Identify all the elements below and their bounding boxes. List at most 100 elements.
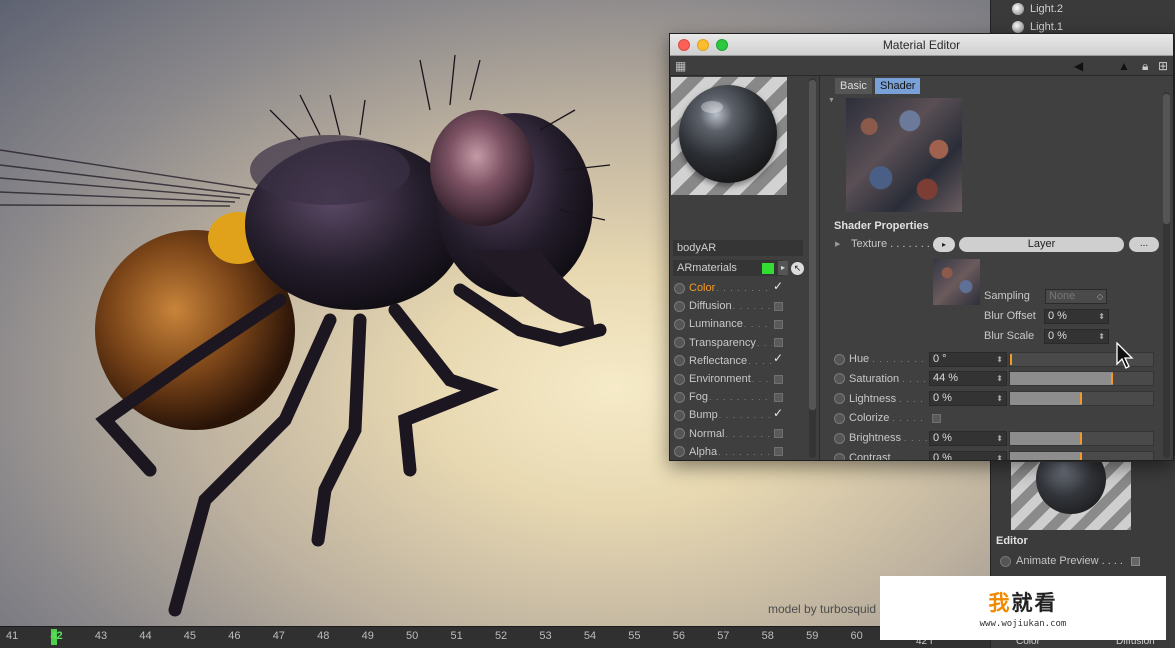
back-arrow-icon[interactable]: ◀ [1074,59,1083,73]
channel-enable-checkbox[interactable] [774,374,783,384]
blur-scale-input[interactable]: 0 % ⬍ [1044,329,1109,344]
channel-enable-checkbox[interactable] [773,279,783,293]
group-menu-arrow-icon[interactable]: ▸ [778,261,788,275]
channel-enable-checkbox[interactable] [774,319,783,329]
channel-item-luminance[interactable]: Luminance. . . . . . . [673,315,783,333]
texture-menu-button[interactable]: ▸ [933,237,955,252]
blur-scale-label: Blur Scale [984,330,1035,342]
property-row-hue: Hue . . . . . . . . . . 0 ° ⬍ [834,350,1164,368]
layer-color-swatch[interactable] [762,263,774,274]
channel-radio[interactable] [674,409,685,421]
window-titlebar[interactable]: Material Editor [670,34,1173,56]
animate-preview-radio[interactable] [1000,555,1011,567]
channel-enable-checkbox[interactable] [774,447,783,457]
animate-preview-row[interactable]: Animate Preview . . . . [1000,555,1140,567]
property-radio[interactable] [834,412,845,424]
property-radio[interactable] [834,432,845,444]
property-label-wrap: Brightness . . . . [849,432,927,444]
channel-item-diffusion[interactable]: Diffusion. . . . . . . . [673,297,783,315]
property-slider[interactable] [1009,391,1154,407]
channel-enable-checkbox[interactable] [774,429,783,439]
slider-knob[interactable] [1111,373,1113,385]
channel-radio[interactable] [674,428,685,440]
expand-triangle-icon[interactable]: ▶ [835,240,840,248]
tab-shader[interactable]: Shader [875,78,921,94]
property-value-input[interactable]: 0 ° ⬍ [929,351,1007,367]
spinner-icon[interactable]: ⬍ [996,392,1003,405]
spinner-icon[interactable]: ⬍ [1098,330,1105,343]
spinner-icon[interactable]: ⬍ [1098,310,1105,323]
channel-item-transparency[interactable]: Transparency. . . . . [673,334,783,352]
channel-enable-checkbox[interactable] [774,392,783,402]
channel-radio[interactable] [674,318,685,330]
channel-enable-checkbox[interactable] [773,351,783,365]
channel-radio[interactable] [674,300,685,312]
shader-scrollbar[interactable] [1163,92,1170,458]
channel-enable-checkbox[interactable] [774,338,783,348]
new-panel-icon[interactable]: ⊞ [1158,59,1168,73]
property-radio[interactable] [834,373,845,385]
channel-item-color[interactable]: Color. . . . . . . . . . [673,279,783,297]
property-slider[interactable] [1009,430,1154,446]
texture-browse-button[interactable]: ... [1129,237,1159,252]
spinner-icon[interactable]: ⬍ [996,353,1003,366]
spinner-icon[interactable]: ⬍ [996,372,1003,385]
slider-knob[interactable] [1010,353,1012,365]
channel-radio[interactable] [674,337,685,349]
channel-enable-checkbox[interactable] [773,406,783,420]
channel-radio[interactable] [674,446,685,458]
channel-radio[interactable] [674,282,685,294]
channel-item-normal[interactable]: Normal. . . . . . . . . . [673,425,783,443]
slider-knob[interactable] [1080,432,1082,444]
sampling-dropdown[interactable]: None ◇ [1045,289,1107,304]
slider-fill [1010,431,1082,445]
property-radio[interactable] [834,353,845,365]
timeline-tick: 41 [6,630,19,642]
material-preview-sphere[interactable] [671,77,787,195]
channel-radio[interactable] [674,355,685,367]
spinner-icon[interactable]: ⬍ [996,432,1003,445]
lock-icon[interactable]: 🔒︎ [1142,59,1148,73]
material-name-field[interactable]: bodyAR [673,240,803,256]
timeline-tick: 54 [583,630,597,642]
property-slider[interactable] [1009,450,1154,460]
slider-knob[interactable] [1080,393,1082,405]
channel-item-reflectance[interactable]: Reflectance. . . . . . [673,351,783,370]
slider-knob[interactable] [1080,452,1082,460]
channel-item-alpha[interactable]: Alpha. . . . . . . . . . . [673,443,783,460]
channel-item-fog[interactable]: Fog. . . . . . . . . . . . . [673,388,783,406]
watermark-url: www.wojiukan.com [979,619,1067,629]
slider-fill [1010,451,1082,460]
spinner-icon[interactable]: ⬍ [996,452,1003,461]
channel-radio[interactable] [674,373,685,385]
property-slider[interactable] [1009,371,1154,387]
property-value-input[interactable]: 0 % ⬍ [929,430,1007,446]
up-arrow-icon[interactable]: ▲ [1118,59,1130,73]
property-leader-dots: . . . . . . [892,413,927,424]
grip-icon[interactable]: ▦ [675,59,686,73]
property-radio[interactable] [834,452,845,460]
channel-enable-checkbox[interactable] [774,301,783,311]
object-item-light2[interactable]: Light.2 [1012,0,1063,18]
animate-preview-checkbox[interactable] [1130,556,1140,566]
channel-item-bump[interactable]: Bump. . . . . . . . . . . [673,406,783,424]
channel-radio[interactable] [674,391,685,403]
property-value-input[interactable]: 0 % ⬍ [929,391,1007,407]
tab-basic[interactable]: Basic [835,78,872,94]
property-label: Saturation [849,372,900,385]
texture-layer-button[interactable]: Layer [959,237,1124,252]
blur-offset-input[interactable]: 0 % ⬍ [1044,309,1109,324]
property-value-input[interactable]: 44 % ⬍ [929,371,1007,387]
channel-item-environment[interactable]: Environment. . . . . [673,370,783,388]
collapse-triangle-icon[interactable]: ▼ [828,97,835,104]
property-radio[interactable] [834,393,845,405]
channel-scrollbar[interactable] [809,78,816,458]
channel-leader-dots: . . . . . . . . . . . . . [708,392,772,403]
pointer-icon[interactable]: ↖ [791,262,804,275]
timeline-tick: 58 [761,630,774,642]
property-checkbox[interactable] [932,413,941,423]
property-value-input[interactable]: 0 % ⬍ [929,450,1007,461]
watermark-main-text: 就看 [1011,591,1058,615]
channel-leader-dots: . . . . . [751,374,772,385]
texture-label: Texture . . . . . . . . [851,238,936,250]
